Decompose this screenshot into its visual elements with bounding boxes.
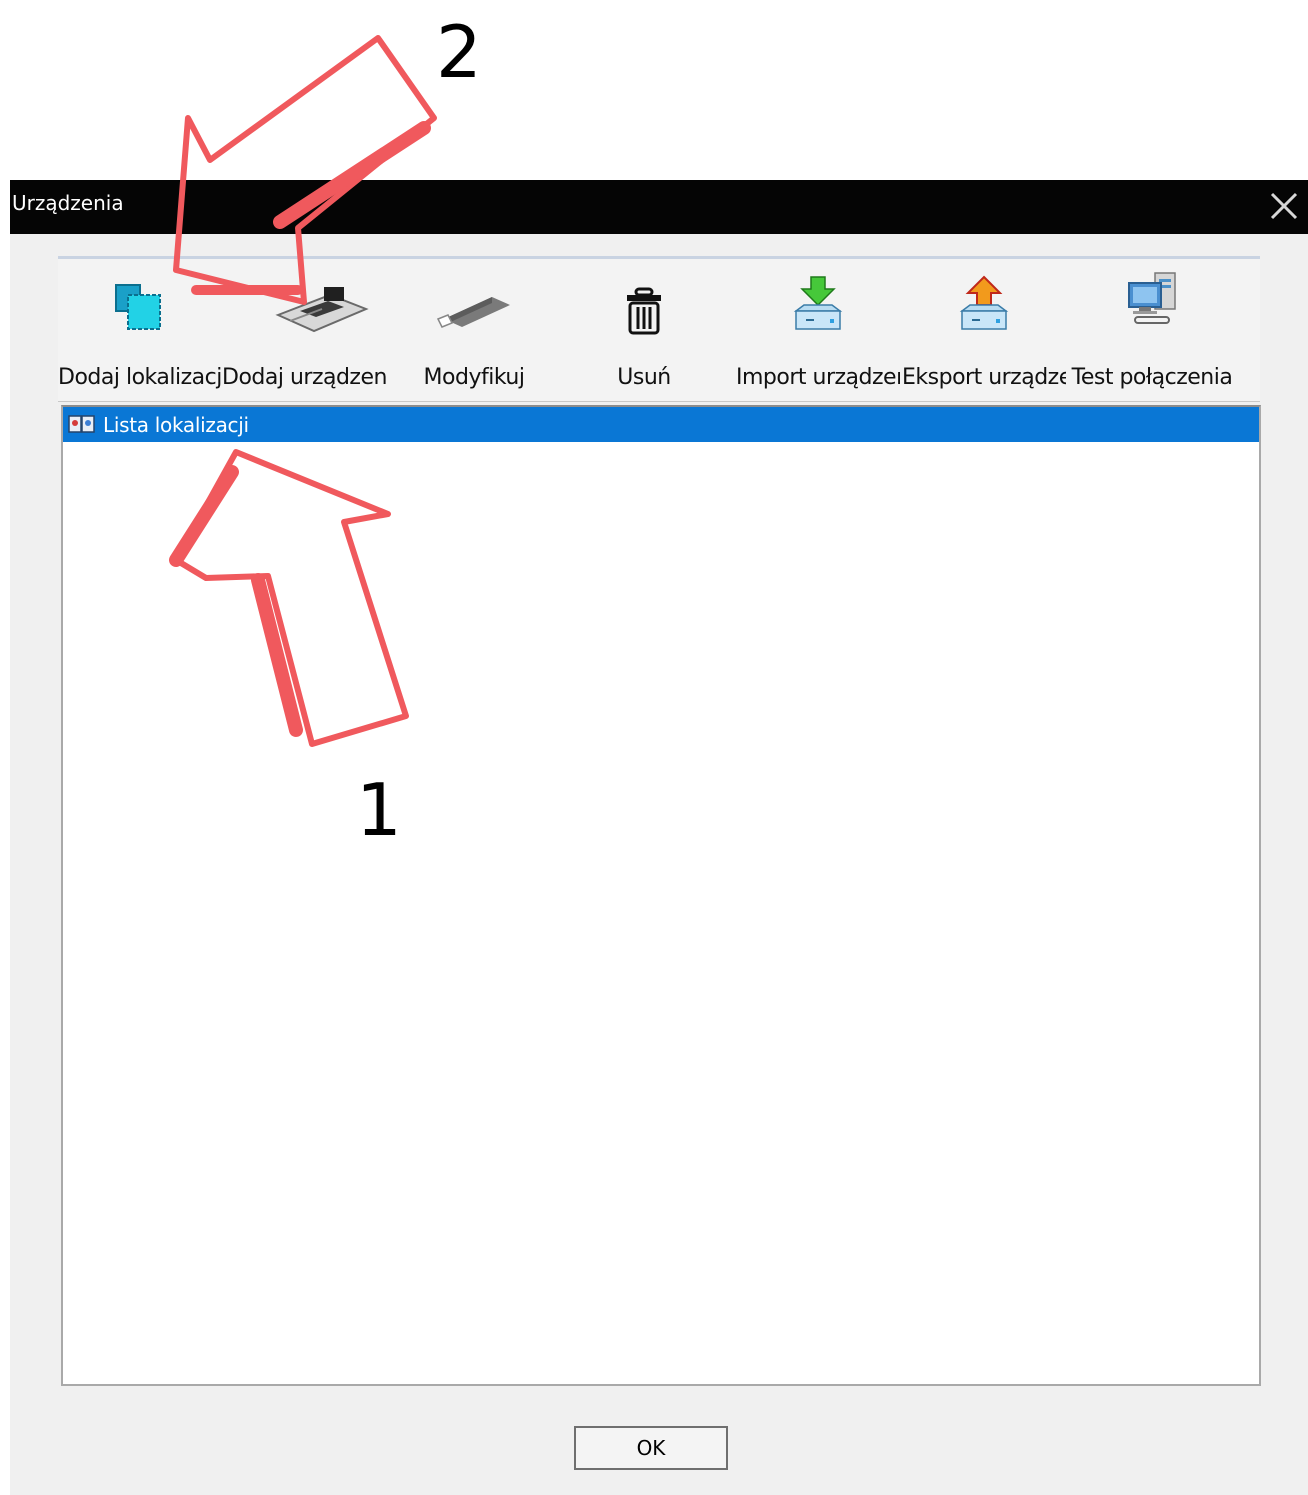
window-title: Urządzenia [12, 191, 124, 215]
modify-label: Modyfikuj [423, 365, 525, 390]
add-device-icon [275, 287, 370, 333]
connection-test-button[interactable]: Test połączenia [1070, 259, 1234, 401]
ok-button[interactable]: OK [574, 1426, 728, 1470]
title-bar[interactable]: Urządzenia [10, 180, 1308, 234]
import-devices-label: Import urządzeń [736, 365, 900, 390]
delete-label: Usuń [617, 365, 671, 390]
add-device-label: Dodaj urządzenie [222, 365, 386, 390]
location-tree[interactable]: Lista lokalizacji [61, 405, 1261, 1386]
annotation-label-1: 1 [356, 768, 402, 852]
tree-item-label: Lista lokalizacji [103, 413, 249, 437]
import-icon [793, 276, 843, 330]
close-button[interactable] [1266, 188, 1302, 224]
export-devices-button[interactable]: Eksport urządzeń [902, 259, 1066, 401]
toolbar: Dodaj lokalizację Dodaj urządzenie Modyf… [58, 259, 1260, 402]
export-devices-label: Eksport urządzeń [902, 365, 1066, 390]
add-location-button[interactable]: Dodaj lokalizację [58, 259, 222, 401]
trash-icon [627, 287, 661, 335]
connection-test-label: Test połączenia [1071, 365, 1233, 390]
annotation-label-2: 2 [436, 10, 482, 94]
tree-item-location-list[interactable]: Lista lokalizacji [63, 407, 1259, 442]
import-devices-button[interactable]: Import urządzeń [736, 259, 900, 401]
add-location-icon [115, 284, 161, 330]
location-list-icon [68, 415, 95, 433]
add-device-button[interactable]: Dodaj urządzenie [222, 259, 386, 401]
devices-dialog: Urządzenia Dodaj lokalizację Dodaj urząd… [10, 180, 1308, 1495]
connection-test-icon [1128, 272, 1176, 324]
delete-button[interactable]: Usuń [562, 259, 726, 401]
close-icon [1270, 192, 1298, 220]
add-location-label: Dodaj lokalizację [58, 365, 222, 390]
modify-button[interactable]: Modyfikuj [392, 259, 556, 401]
modify-icon [436, 297, 510, 328]
export-icon [959, 275, 1009, 330]
